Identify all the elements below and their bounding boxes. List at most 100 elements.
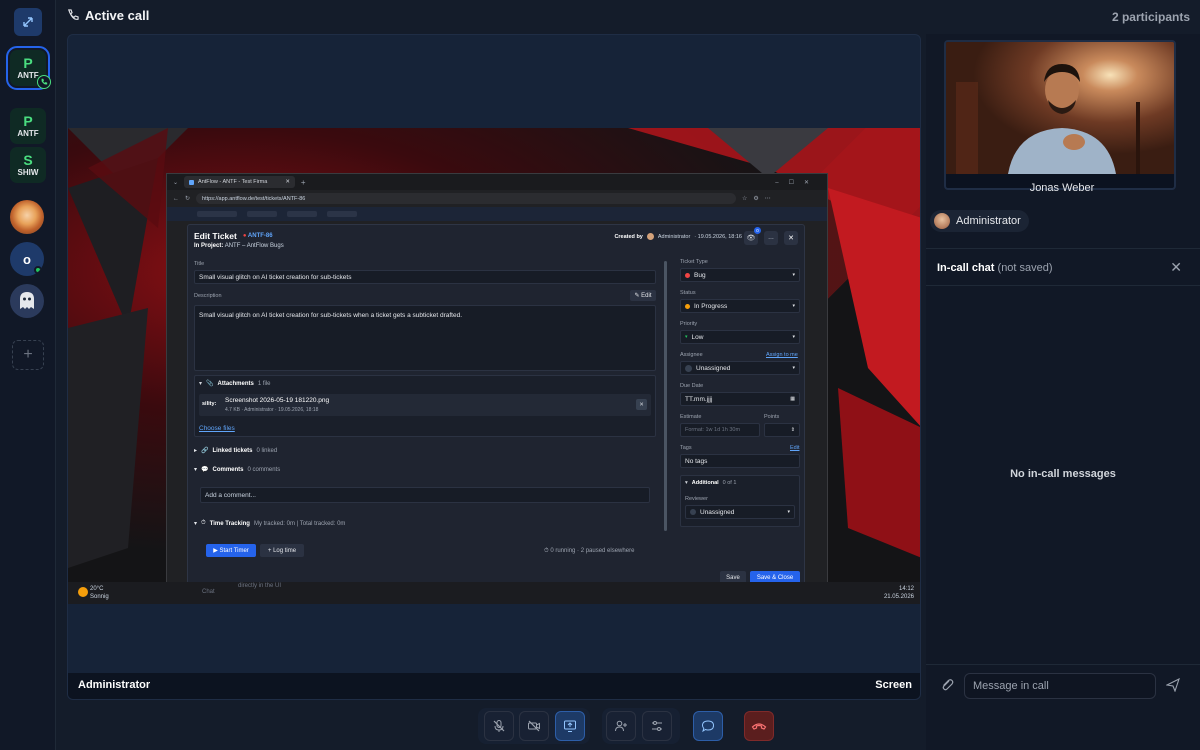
modal-title: Edit Ticket ● ANTF-86: [194, 231, 284, 241]
assign-to-me-link[interactable]: Assign to me: [766, 352, 798, 358]
description-value: Small visual glitch on AI ticket creatio…: [199, 312, 463, 319]
start-timer-button[interactable]: ▶ Start Timer: [206, 544, 256, 557]
workspace-shiw[interactable]: S SHIW: [10, 147, 46, 183]
participant-video-tile[interactable]: [944, 40, 1176, 190]
avatar-anime[interactable]: [10, 200, 44, 234]
workspace-letter: P: [23, 113, 33, 129]
ticket-type-select[interactable]: Bug ▾: [680, 268, 800, 282]
creator-avatar: [646, 233, 654, 240]
online-indicator: [34, 266, 42, 274]
estimate-input[interactable]: Format: 1w 1d 1h 30m: [680, 423, 760, 437]
mute-button[interactable]: [484, 711, 514, 741]
attachments-count: 1 file: [257, 380, 271, 387]
url-field[interactable]: https://app.antflow.de/test/tickets/ANTF…: [196, 193, 737, 204]
self-name: Administrator: [956, 215, 1021, 227]
additional-panel: ▾ Additional 0 of 1 Reviewer Unassigned …: [680, 475, 800, 527]
comments-header[interactable]: ▾ 💬 Comments 0 comments: [194, 466, 656, 474]
add-participant-button[interactable]: [606, 711, 636, 741]
attachment-item[interactable]: sility: Screenshot 2026-05-19 181220.png…: [199, 394, 651, 416]
points-label: Points: [764, 414, 780, 420]
taskbar-bg-text: directly in the UI: [238, 583, 282, 589]
edit-description-button[interactable]: ✎ Edit: [630, 290, 656, 301]
points-input[interactable]: ⇕: [764, 423, 800, 437]
priority-arrow-icon: ▾: [685, 334, 688, 340]
title-input[interactable]: Small visual glitch on AI ticket creatio…: [194, 270, 656, 284]
attach-icon[interactable]: [940, 678, 954, 697]
favicon-icon: [189, 179, 195, 185]
time-tracking-header[interactable]: ▾ ⏱ Time Tracking My tracked: 0m | Total…: [194, 520, 656, 527]
self-participant-chip[interactable]: Administrator: [930, 210, 1029, 232]
url-text: https://app.antflow.de/test/tickets/ANTF…: [202, 195, 306, 202]
add-workspace-button[interactable]: +: [12, 340, 44, 370]
watch-button[interactable]: 👁 0: [744, 227, 761, 245]
close-tab-icon[interactable]: ✕: [285, 179, 290, 185]
comment-icon: 💬: [201, 467, 209, 473]
reviewer-select[interactable]: Unassigned ▾: [685, 505, 795, 519]
comment-input[interactable]: Add a comment...: [200, 487, 650, 503]
avatar-o[interactable]: o: [10, 242, 44, 276]
modal-heading: Edit Ticket: [194, 231, 237, 241]
workspace-antf-active[interactable]: P ANTF: [6, 46, 51, 90]
participant-video: [946, 42, 1174, 174]
browser-tab-title: AntFlow - ANTF - Test Firma: [198, 179, 268, 185]
camera-off-icon: [528, 720, 540, 732]
browser-tab[interactable]: AntFlow - ANTF - Test Firma ✕: [184, 176, 295, 188]
linked-tickets-header[interactable]: ▸ 🔗 Linked tickets 0 linked: [194, 447, 656, 455]
send-icon[interactable]: [1165, 677, 1180, 697]
modal-scrollbar[interactable]: [664, 261, 667, 531]
eye-icon: 👁: [746, 235, 756, 242]
remove-attachment-button[interactable]: ✕: [636, 399, 647, 410]
priority-value: Low: [691, 333, 704, 341]
additional-header[interactable]: ▾ Additional 0 of 1: [685, 480, 736, 486]
priority-select[interactable]: ▾ Low ▾: [680, 330, 800, 344]
description-box[interactable]: Small visual glitch on AI ticket creatio…: [194, 305, 656, 371]
attachments-header[interactable]: ▾ 📎 Attachments 1 file: [199, 380, 271, 388]
chevron-right-icon: ▸: [194, 448, 198, 454]
log-time-button[interactable]: + Log time: [260, 544, 304, 557]
close-chat-icon[interactable]: ✕: [1170, 259, 1182, 276]
modal-header: Edit Ticket ● ANTF-86 In Project: ANTF –…: [194, 231, 284, 249]
taskbar-chat[interactable]: Chat: [202, 589, 215, 595]
assignee-select[interactable]: Unassigned ▾: [680, 361, 800, 375]
camera-button[interactable]: [519, 711, 549, 741]
chat-bubble-icon: [701, 720, 715, 733]
assignee-avatar: [685, 364, 692, 372]
new-tab-icon[interactable]: +: [301, 178, 306, 187]
reload-icon[interactable]: ↻: [185, 195, 190, 202]
link-icon: 🔗: [201, 448, 209, 454]
attachments-panel: ▾ 📎 Attachments 1 file sility: Screensho…: [194, 375, 656, 437]
close-modal-button[interactable]: ✕: [784, 231, 798, 245]
status-select[interactable]: In Progress ▾: [680, 299, 800, 313]
choose-files-link[interactable]: Choose files: [199, 425, 235, 432]
tab-menu-icon[interactable]: ⌄: [173, 179, 178, 186]
more-button[interactable]: …: [764, 231, 778, 245]
due-date-input[interactable]: TT.mm.jjjj ▦: [680, 392, 800, 406]
app-navbar-dimmed: [167, 207, 827, 221]
created-by: Created by Administrator · 19.05.2026, 1…: [614, 233, 742, 240]
end-call-button[interactable]: [744, 711, 774, 741]
settings-button[interactable]: [642, 711, 672, 741]
chevron-down-icon: ▾: [792, 365, 795, 371]
reviewer-avatar: [690, 509, 696, 515]
shared-screen: ⌄ AntFlow - ANTF - Test Firma ✕ + –☐✕ ← …: [68, 128, 920, 604]
chevron-down-icon: ▾: [194, 521, 198, 527]
stepper-icon[interactable]: ⇕: [791, 427, 795, 433]
mic-off-icon: [493, 720, 505, 732]
avatar-ghost[interactable]: [10, 284, 44, 318]
chat-message-input[interactable]: [964, 673, 1156, 699]
collapse-button[interactable]: [14, 8, 42, 36]
reviewer-label: Reviewer: [685, 496, 708, 502]
screen-share-button[interactable]: [555, 711, 585, 741]
estimate-label: Estimate: [680, 414, 702, 420]
tags-value: No tags: [685, 457, 708, 465]
comments-count: 0 comments: [247, 466, 281, 473]
running-info: ⏱ 0 running · 2 paused elsewhere: [544, 548, 635, 554]
back-icon[interactable]: ←: [173, 196, 179, 202]
call-side-panel: Jonas Weber Administrator In-call chat (…: [926, 34, 1200, 750]
ticket-key[interactable]: ● ANTF-86: [243, 233, 273, 239]
tags-box[interactable]: No tags: [680, 454, 800, 468]
assignee-label: Assignee: [680, 352, 703, 358]
tags-edit-link[interactable]: Edit: [790, 445, 799, 451]
workspace-antf[interactable]: P ANTF: [10, 108, 46, 144]
chat-toggle-button[interactable]: [693, 711, 723, 741]
